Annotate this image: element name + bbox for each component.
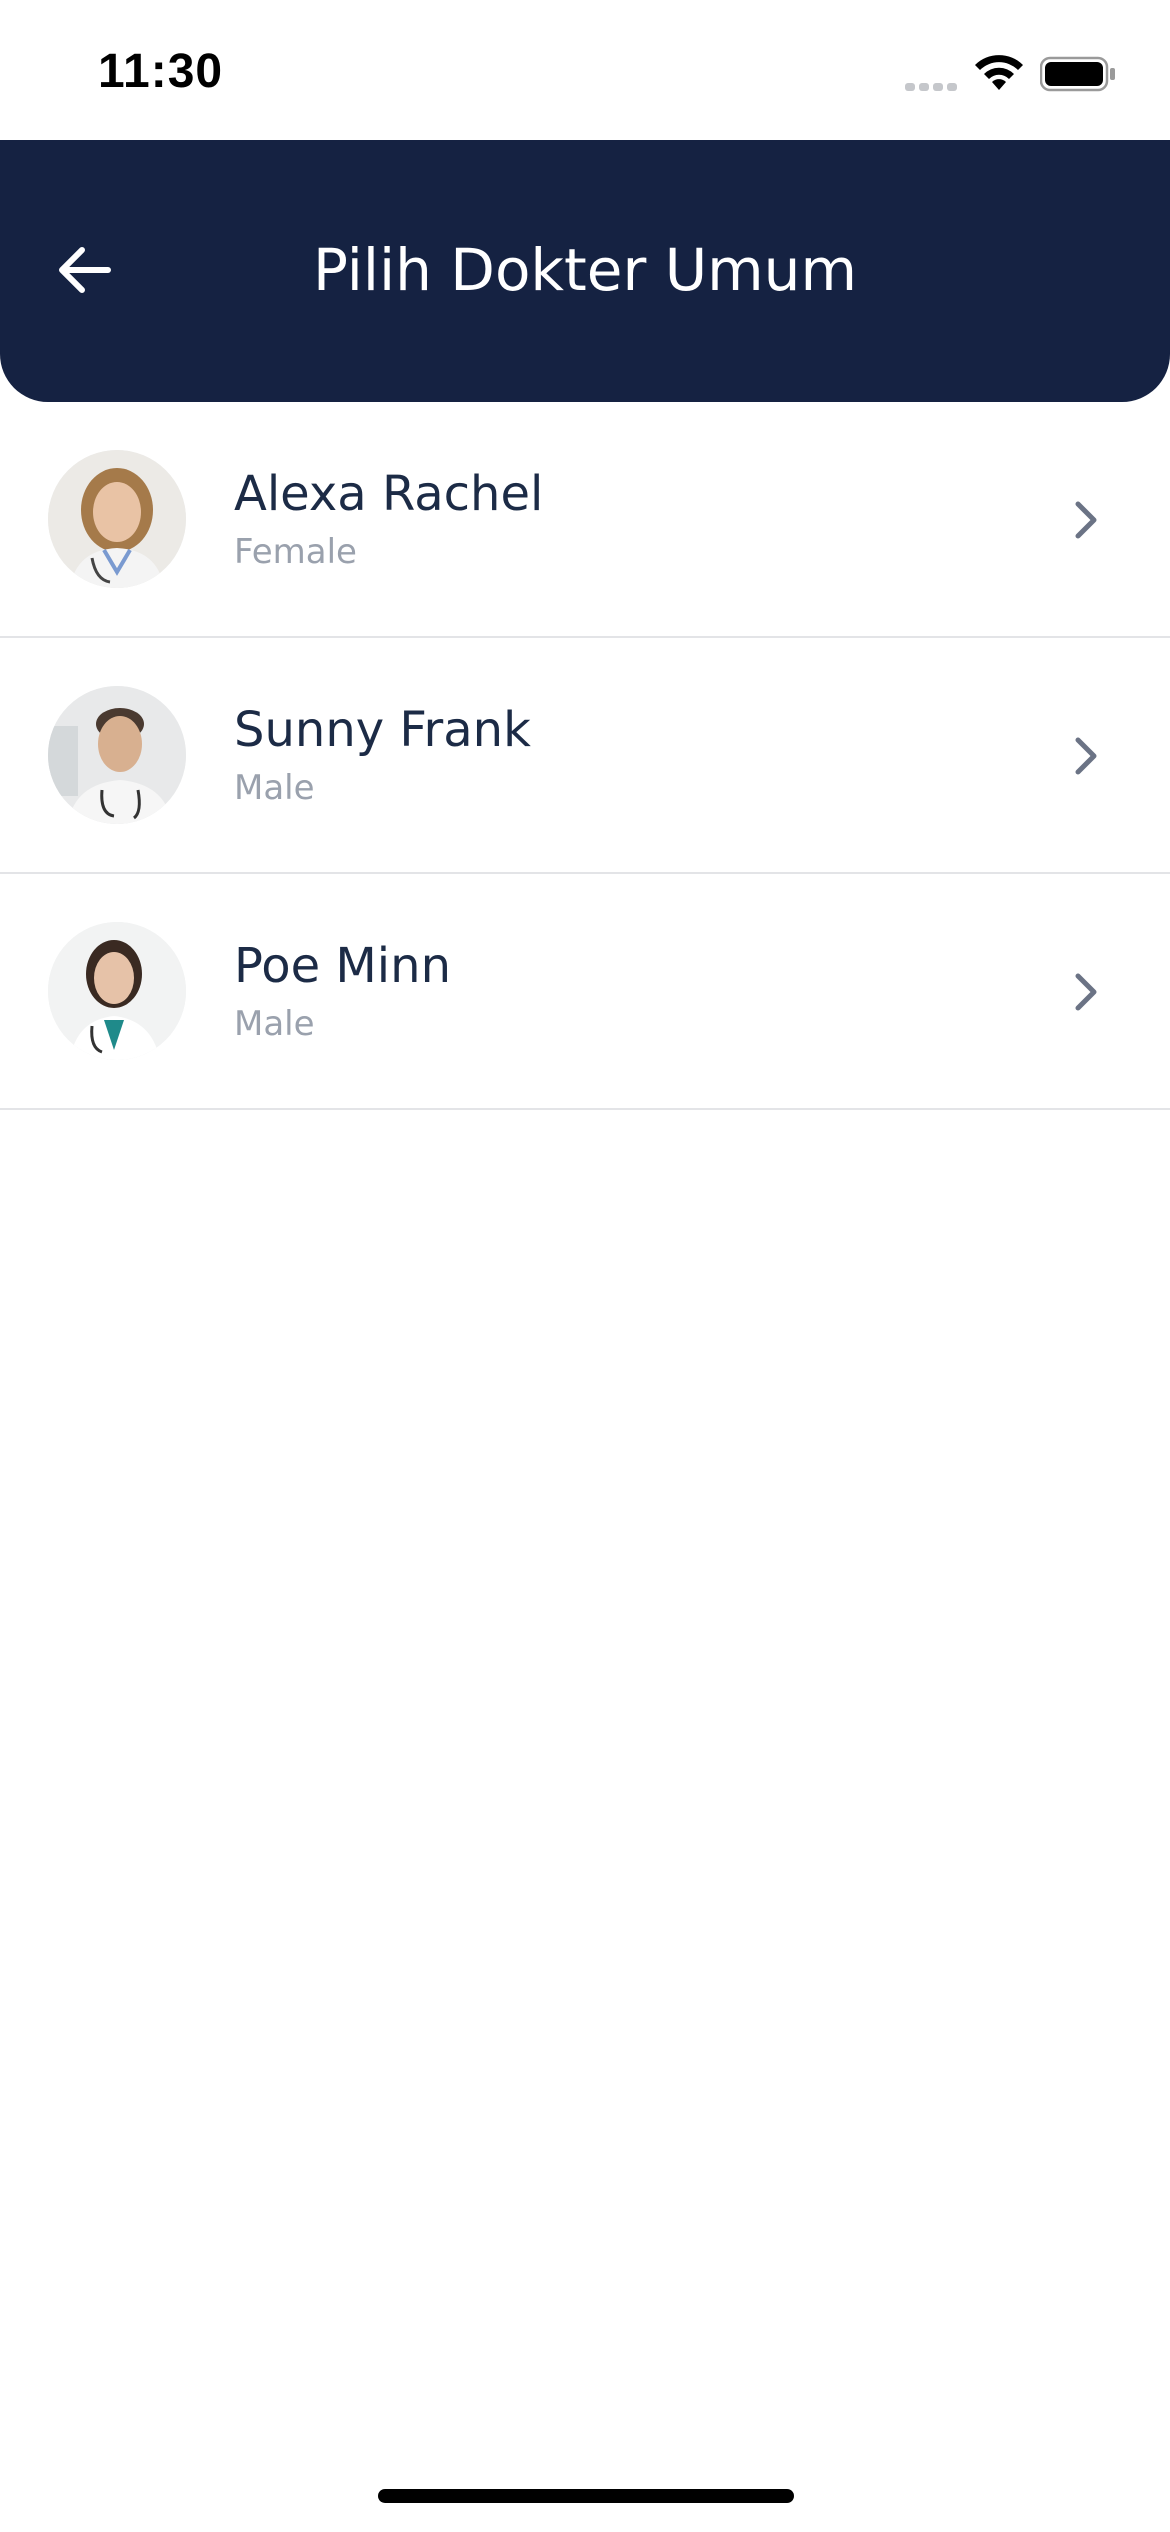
doctor-name: Alexa Rachel bbox=[234, 466, 544, 522]
doctor-avatar bbox=[48, 922, 186, 1060]
doctor-avatar bbox=[48, 450, 186, 588]
doctor-avatar bbox=[48, 686, 186, 824]
doctor-list-item[interactable]: Poe Minn Male bbox=[0, 874, 1170, 1110]
wifi-icon bbox=[975, 55, 1023, 90]
page-title: Pilih Dokter Umum bbox=[313, 236, 857, 304]
doctor-gender: Male bbox=[234, 768, 315, 808]
doctor-list-item[interactable]: Alexa Rachel Female bbox=[0, 402, 1170, 638]
chevron-right-icon bbox=[1075, 501, 1097, 539]
status-time: 11:30 bbox=[98, 45, 224, 98]
battery-icon bbox=[1040, 56, 1115, 92]
doctor-list-item[interactable]: Sunny Frank Male bbox=[0, 638, 1170, 874]
doctor-gender: Female bbox=[234, 532, 357, 572]
signal-icon bbox=[905, 83, 957, 91]
home-indicator[interactable] bbox=[378, 2489, 794, 2503]
doctor-name: Poe Minn bbox=[234, 938, 451, 994]
chevron-right-icon bbox=[1075, 737, 1097, 775]
status-bar: 11:30 bbox=[0, 0, 1170, 140]
doctor-gender: Male bbox=[234, 1004, 315, 1044]
chevron-right-icon bbox=[1075, 973, 1097, 1011]
doctor-list: Alexa Rachel Female Sunny Frank Male Poe… bbox=[0, 402, 1170, 1110]
doctor-name: Sunny Frank bbox=[234, 702, 531, 758]
app-header: Pilih Dokter Umum bbox=[0, 140, 1170, 402]
